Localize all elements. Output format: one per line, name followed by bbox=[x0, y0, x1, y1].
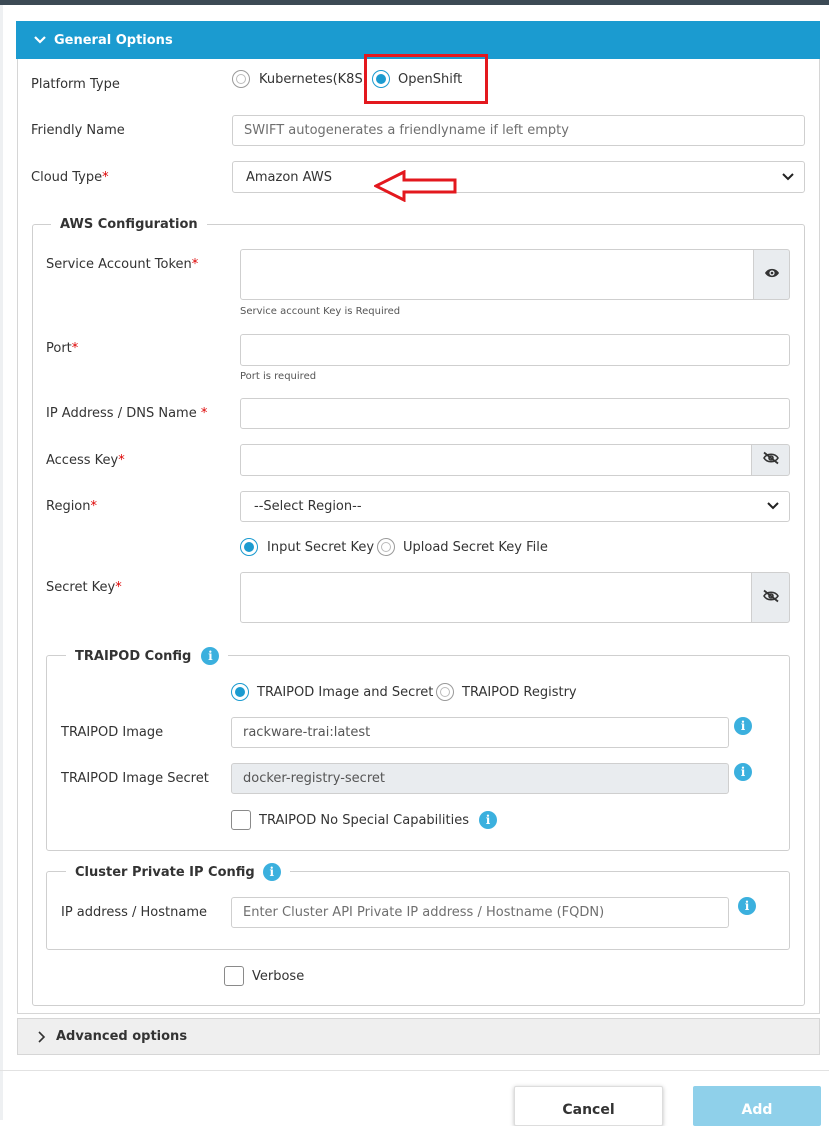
secret-option-label: Input Secret Key bbox=[267, 539, 375, 555]
cluster-private-ip-legend: Cluster Private IP Config i bbox=[66, 861, 290, 883]
cluster-ip-label: IP address / Hostname bbox=[61, 905, 207, 920]
traipod-config-legend: TRAIPOD Config i bbox=[66, 645, 229, 667]
friendly-name-placeholder: SWIFT autogenerates a friendlyname if le… bbox=[244, 123, 569, 138]
region-label: Region* bbox=[46, 499, 97, 514]
cloud-type-label-text: Cloud Type bbox=[31, 170, 103, 185]
eye-icon bbox=[764, 267, 780, 283]
access-key-label: Access Key* bbox=[46, 453, 125, 468]
secret-option-input[interactable]: Input Secret Key bbox=[240, 538, 374, 556]
service-account-token-input[interactable] bbox=[240, 249, 754, 300]
show-token-button[interactable] bbox=[753, 249, 790, 300]
platform-option-k8s[interactable]: Kubernetes(K8S) bbox=[232, 70, 368, 88]
secret-key-label: Secret Key* bbox=[46, 580, 122, 595]
aws-configuration-legend: AWS Configuration bbox=[51, 215, 207, 233]
general-options-title: General Options bbox=[54, 32, 173, 48]
traipod-option-image-secret[interactable]: TRAIPOD Image and Secret bbox=[231, 683, 433, 701]
traipod-image-input[interactable]: rackware-trai:latest bbox=[231, 717, 729, 748]
required-marker: * bbox=[71, 341, 79, 356]
annotation-highlight-box bbox=[364, 54, 488, 104]
required-marker: * bbox=[200, 406, 208, 421]
add-button[interactable]: Add bbox=[693, 1086, 821, 1126]
chevron-down-icon bbox=[34, 36, 46, 44]
required-marker: * bbox=[118, 453, 125, 468]
access-key-label-text: Access Key bbox=[46, 453, 119, 468]
service-account-token-label: Service Account Token* bbox=[46, 257, 198, 272]
footer-divider bbox=[0, 1070, 829, 1071]
region-value: --Select Region-- bbox=[254, 499, 362, 514]
service-account-token-hint: Service account Key is Required bbox=[240, 306, 401, 317]
secret-option-upload[interactable]: Upload Secret Key File bbox=[377, 538, 548, 556]
traipod-option-label: TRAIPOD Image and Secret bbox=[257, 684, 434, 700]
region-label-text: Region bbox=[46, 499, 91, 514]
required-marker: * bbox=[90, 499, 98, 514]
window-top-bar bbox=[0, 0, 829, 5]
port-hint: Port is required bbox=[240, 371, 317, 382]
platform-option-label: Kubernetes(K8S) bbox=[259, 71, 368, 87]
cloud-type-value: Amazon AWS bbox=[246, 169, 332, 185]
friendly-name-label: Friendly Name bbox=[31, 123, 125, 138]
chevron-down-icon bbox=[767, 499, 779, 514]
traipod-image-secret-value: docker-registry-secret bbox=[243, 771, 385, 786]
traipod-config-title: TRAIPOD Config bbox=[75, 648, 192, 664]
toggle-secret-key-visibility-button[interactable] bbox=[751, 572, 790, 623]
port-label: Port* bbox=[46, 341, 78, 356]
advanced-options-title: Advanced options bbox=[56, 1029, 188, 1044]
info-icon[interactable]: i bbox=[738, 897, 756, 915]
eye-slash-icon bbox=[762, 451, 780, 469]
traipod-image-secret-label: TRAIPOD Image Secret bbox=[61, 771, 209, 786]
traipod-image-secret-input: docker-registry-secret bbox=[231, 763, 729, 794]
traipod-image-value: rackware-trai:latest bbox=[243, 725, 371, 740]
info-icon[interactable]: i bbox=[734, 717, 752, 735]
port-input[interactable] bbox=[240, 334, 790, 366]
chevron-down-icon bbox=[782, 170, 794, 185]
info-icon[interactable]: i bbox=[201, 647, 220, 665]
required-marker: * bbox=[191, 257, 199, 272]
radio-unselected[interactable] bbox=[436, 683, 454, 701]
required-marker: * bbox=[102, 170, 109, 185]
toggle-access-key-visibility-button[interactable] bbox=[751, 444, 790, 476]
radio-unselected[interactable] bbox=[377, 538, 395, 556]
info-icon[interactable]: i bbox=[262, 863, 281, 881]
cancel-button[interactable]: Cancel bbox=[514, 1086, 663, 1126]
traipod-image-label: TRAIPOD Image bbox=[61, 725, 164, 740]
checkbox[interactable] bbox=[231, 810, 251, 830]
secret-option-label: Upload Secret Key File bbox=[403, 539, 548, 555]
traipod-option-label: TRAIPOD Registry bbox=[462, 684, 577, 700]
eye-slash-icon bbox=[762, 589, 780, 607]
friendly-name-input[interactable]: SWIFT autogenerates a friendlyname if le… bbox=[232, 115, 805, 146]
traipod-no-special-capabilities[interactable]: TRAIPOD No Special Capabilities i bbox=[231, 810, 497, 830]
secret-key-label-text: Secret Key bbox=[46, 580, 116, 595]
ip-dns-input[interactable] bbox=[240, 398, 790, 429]
port-label-text: Port bbox=[46, 341, 72, 356]
cluster-private-ip-title: Cluster Private IP Config bbox=[75, 864, 255, 880]
required-marker: * bbox=[115, 580, 122, 595]
platform-type-label: Platform Type bbox=[31, 77, 120, 92]
radio-selected[interactable] bbox=[240, 538, 258, 556]
chevron-right-icon bbox=[38, 1030, 46, 1043]
annotation-arrow-icon bbox=[372, 169, 458, 206]
traipod-option-registry[interactable]: TRAIPOD Registry bbox=[436, 683, 577, 701]
radio-selected[interactable] bbox=[231, 683, 249, 701]
secret-key-input[interactable] bbox=[240, 572, 752, 623]
verbose-label: Verbose bbox=[252, 968, 305, 984]
cloud-type-select[interactable]: Amazon AWS bbox=[232, 161, 805, 193]
checkbox[interactable] bbox=[224, 966, 244, 986]
service-account-token-label-text: Service Account Token bbox=[46, 257, 192, 272]
region-select[interactable]: --Select Region-- bbox=[240, 491, 790, 522]
background-edge bbox=[0, 5, 3, 1120]
access-key-input[interactable] bbox=[240, 444, 752, 476]
info-icon[interactable]: i bbox=[479, 811, 497, 829]
traipod-no-special-label: TRAIPOD No Special Capabilities bbox=[259, 812, 469, 828]
ip-dns-label-text: IP Address / DNS Name bbox=[46, 406, 201, 421]
radio-unselected[interactable] bbox=[232, 70, 250, 88]
cloud-type-label: Cloud Type* bbox=[31, 170, 109, 185]
cluster-ip-placeholder: Enter Cluster API Private IP address / H… bbox=[243, 905, 605, 920]
cluster-ip-input[interactable]: Enter Cluster API Private IP address / H… bbox=[231, 897, 729, 928]
info-icon[interactable]: i bbox=[734, 763, 752, 781]
advanced-options-header[interactable]: Advanced options bbox=[17, 1018, 820, 1055]
verbose-option[interactable]: Verbose bbox=[224, 966, 304, 986]
ip-dns-label: IP Address / DNS Name * bbox=[46, 406, 207, 421]
